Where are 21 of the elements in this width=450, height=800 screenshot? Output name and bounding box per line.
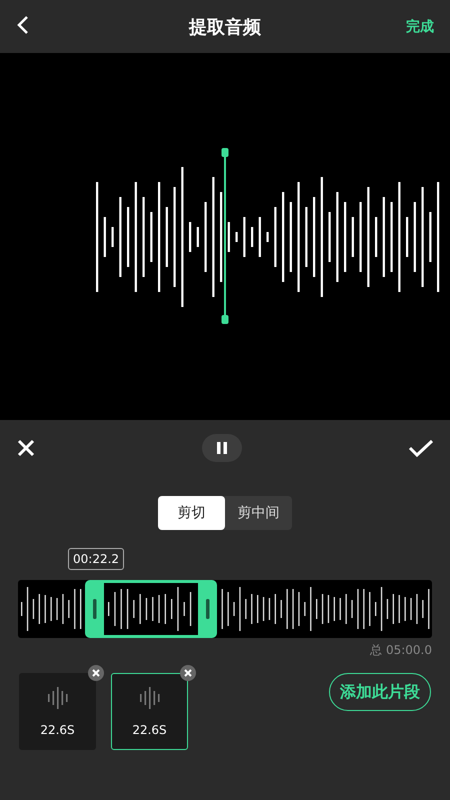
close-button[interactable]	[16, 438, 36, 458]
mode-tab[interactable]: 剪中间	[225, 496, 292, 530]
pause-button[interactable]	[202, 434, 242, 462]
done-button[interactable]: 完成	[406, 18, 434, 36]
clip-duration: 22.6S	[132, 722, 167, 736]
page-title: 提取音频	[189, 16, 261, 38]
time-tooltip: 00:22.2	[68, 548, 124, 570]
playhead[interactable]	[222, 148, 228, 324]
audio-wave-icon	[138, 686, 160, 708]
audio-wave-icon	[46, 686, 68, 708]
confirm-button[interactable]	[408, 438, 434, 458]
remove-clip-icon[interactable]	[180, 665, 196, 681]
remove-clip-icon[interactable]	[88, 665, 104, 681]
clip-duration: 22.6S	[40, 722, 75, 736]
mode-tab[interactable]: 剪切	[158, 496, 225, 530]
total-duration: 总 05:00.0	[369, 642, 432, 659]
add-segment-button[interactable]: 添加此片段	[329, 673, 431, 711]
trim-selection[interactable]	[85, 580, 217, 638]
audio-clip[interactable]: 22.6S	[19, 673, 96, 750]
pause-icon	[217, 442, 227, 454]
audio-clip[interactable]: 22.6S	[111, 673, 188, 750]
